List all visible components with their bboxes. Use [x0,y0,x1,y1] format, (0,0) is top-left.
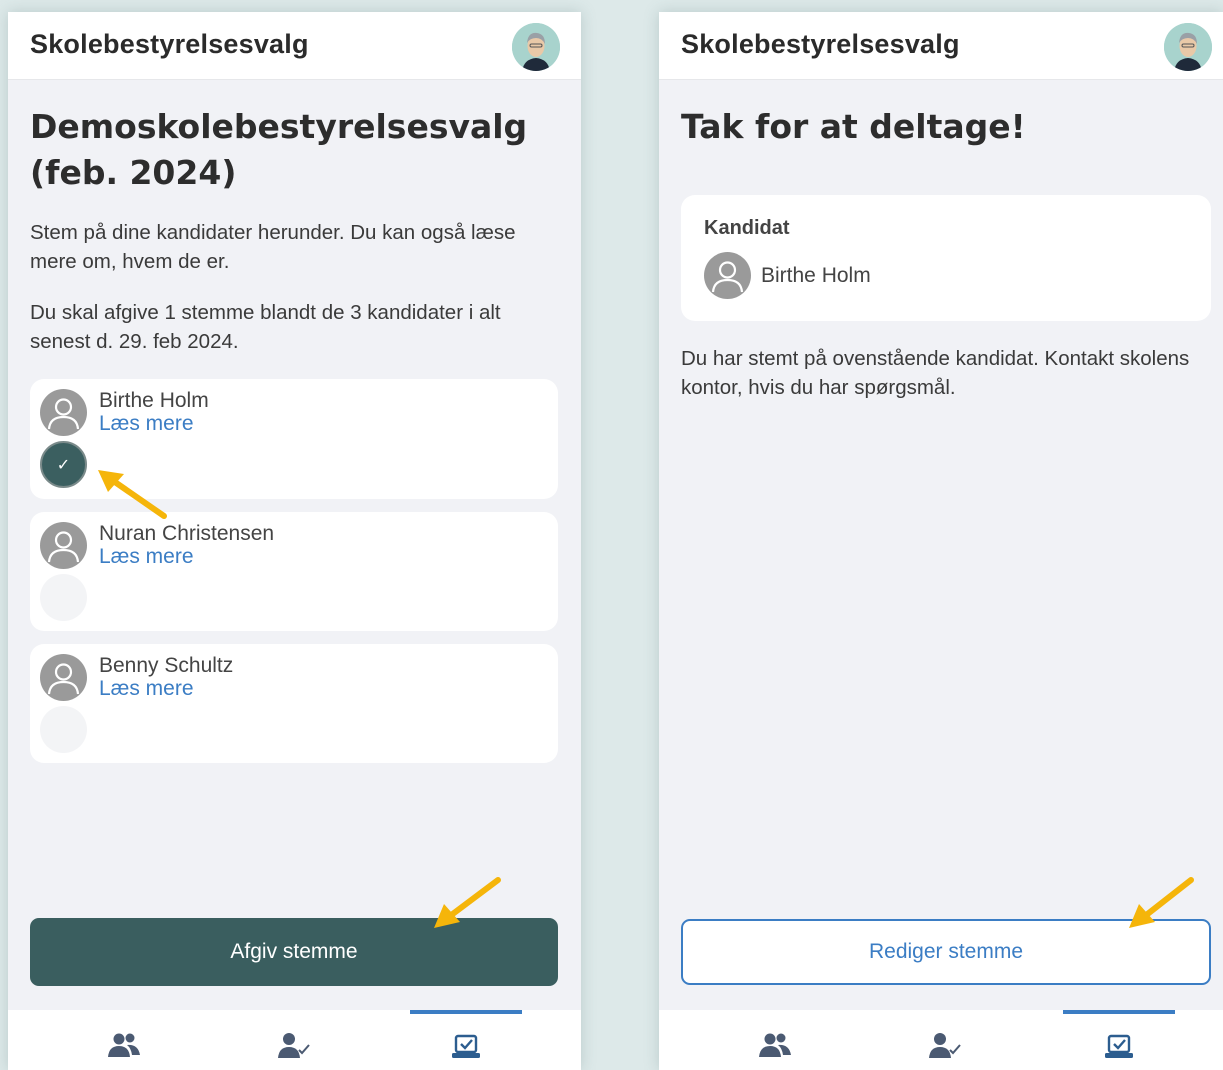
header-bar: Skolebestyrelsesvalg [8,12,581,80]
bottom-nav [8,1010,581,1070]
bottom-nav [659,1010,1223,1070]
intro-text: Stem på dine kandidater herunder. Du kan… [30,221,516,273]
person-check-icon [929,1033,961,1058]
nav-voters[interactable] [889,1010,1001,1070]
person-icon [40,654,87,701]
read-more-link[interactable]: Læs mere [99,677,194,701]
person-check-icon [278,1033,310,1058]
people-icon [759,1033,791,1057]
candidate-name: Nuran Christensen [99,522,275,545]
candidate-card: Nuran Christensen Læs mere [30,512,558,631]
voted-candidate-card: Kandidat Birthe Holm [681,195,1211,321]
candidate-name: Birthe Holm [761,264,871,287]
candidate-label: Kandidat [704,217,790,239]
candidate-card: Benny Schultz Læs mere [30,644,558,763]
user-avatar[interactable] [512,23,560,71]
submit-vote-button[interactable]: Afgiv stemme [30,918,558,986]
vote-screen: Skolebestyrelsesvalg Demoskolebestyrelse… [8,12,581,1070]
edit-vote-button[interactable]: Rediger stemme [681,919,1211,985]
ballot-box-icon [1105,1034,1133,1058]
checkmark-icon: ✓ [56,455,71,474]
vote-checkbox[interactable] [40,706,87,753]
confirmation-message: Du har stemt på ovenstående kandidat. Ko… [681,347,1190,399]
confirmation-screen: Skolebestyrelsesvalg Tak for at deltage!… [659,12,1223,1070]
read-more-link[interactable]: Læs mere [99,412,194,436]
app-title: Skolebestyrelsesvalg [30,29,309,59]
person-icon [40,522,87,569]
nav-candidates[interactable] [68,1010,180,1070]
election-title: Demoskolebestyrelsesvalg (feb. 2024) [30,107,528,192]
instructions-text: Du skal afgive 1 stemme blandt de 3 kand… [30,301,501,353]
ballot-box-icon [452,1034,480,1058]
candidate-name: Birthe Holm [99,389,209,412]
people-icon [108,1033,140,1057]
nav-voters[interactable] [238,1010,350,1070]
app-title: Skolebestyrelsesvalg [681,29,960,59]
candidate-card: Birthe Holm Læs mere ✓ [30,379,558,499]
person-icon [704,252,751,299]
nav-ballot[interactable] [1063,1010,1175,1070]
user-avatar[interactable] [1164,23,1212,71]
user-avatar-image [1164,23,1212,71]
nav-candidates[interactable] [719,1010,831,1070]
person-icon [40,389,87,436]
thanks-heading: Tak for at deltage! [681,107,1026,146]
read-more-link[interactable]: Læs mere [99,545,194,569]
header-bar: Skolebestyrelsesvalg [659,12,1223,80]
user-avatar-image [512,23,560,71]
vote-checkbox[interactable] [40,574,87,621]
candidate-name: Benny Schultz [99,654,234,677]
nav-ballot[interactable] [410,1010,522,1070]
vote-checkbox[interactable]: ✓ [40,441,87,488]
